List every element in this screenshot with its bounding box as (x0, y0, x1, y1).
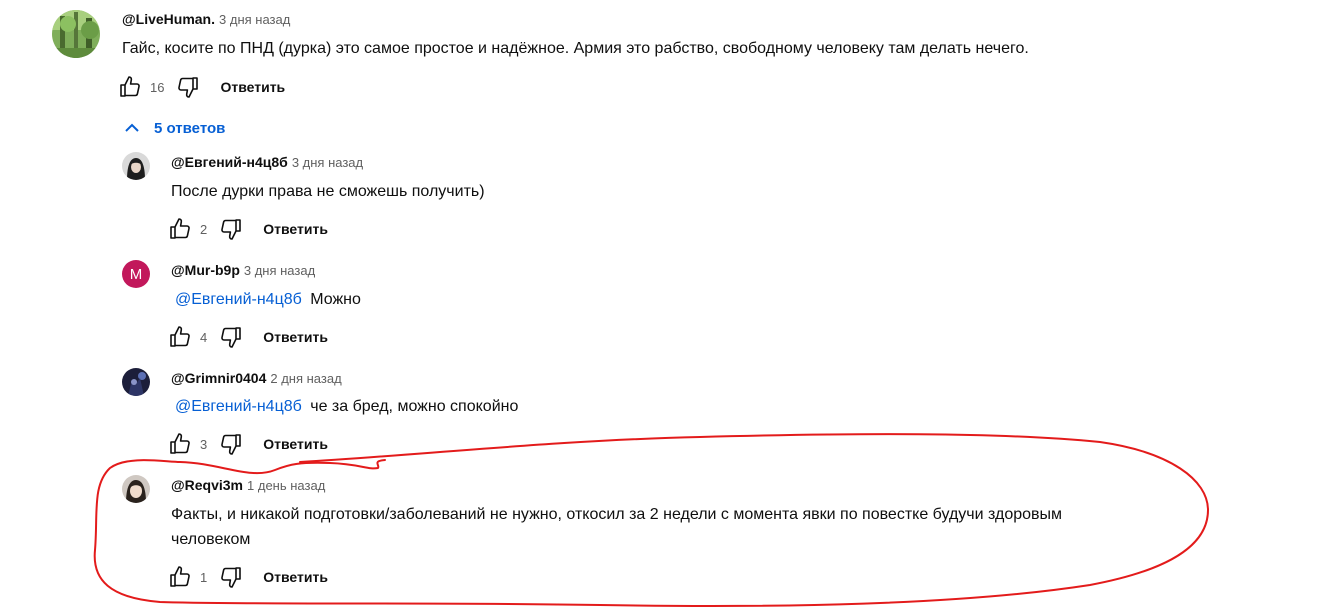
comment-text: После дурки права не сможешь получить) (171, 183, 485, 200)
replies-toggle-button[interactable]: 5 ответов (122, 118, 225, 138)
like-icon[interactable] (168, 565, 192, 589)
comment-author[interactable]: @Grimnir0404 (171, 370, 266, 386)
comment-text-continuation: человеком (171, 531, 251, 548)
reply-button[interactable]: Ответить (263, 436, 328, 452)
comment-author[interactable]: @Reqvi3m (171, 477, 243, 493)
comment-text-line: @Евгений-н4ц8б че за бред, можно спокойн… (175, 395, 518, 419)
like-count: 4 (200, 329, 208, 345)
avatar-evgeniy[interactable] (122, 152, 150, 180)
comment-actions: 4 Ответить (168, 325, 328, 349)
dislike-icon[interactable] (219, 565, 243, 589)
replies-count-label: 5 ответов (154, 119, 226, 137)
comment-text: Гайс, косите по ПНД (дурка) это самое пр… (122, 40, 1029, 57)
like-count: 3 (200, 436, 208, 452)
comment-text-line: @Евгений-н4ц8б Можно (175, 288, 361, 312)
mention-link[interactable]: @Евгений-н4ц8б (175, 398, 302, 415)
like-count: 1 (200, 569, 208, 585)
reply-button[interactable]: Ответить (263, 221, 328, 237)
dislike-icon[interactable] (176, 75, 200, 99)
comment-text: че за бред, можно спокойно (310, 398, 519, 415)
dislike-icon[interactable] (219, 325, 243, 349)
reply-button[interactable]: Ответить (263, 329, 328, 345)
comment-author[interactable]: @Mur-b9p (171, 262, 240, 278)
comment-text: Можно (310, 291, 361, 308)
avatar-reqvi3m[interactable] (122, 475, 150, 503)
reply-button[interactable]: Ответить (263, 569, 328, 585)
avatar-mur[interactable]: M (122, 260, 150, 288)
avatar-livehuman[interactable] (52, 10, 100, 58)
mention-link[interactable]: @Евгений-н4ц8б (175, 291, 302, 308)
chevron-up-icon (122, 118, 154, 138)
comment-time[interactable]: 3 дня назад (292, 155, 363, 170)
comment-time[interactable]: 3 дня назад (244, 263, 315, 278)
comment-actions: 2 Ответить (168, 217, 328, 241)
reply-button[interactable]: Ответить (220, 79, 285, 95)
comment-time[interactable]: 3 дня назад (219, 12, 290, 27)
dislike-icon[interactable] (219, 432, 243, 456)
comment-actions: 3 Ответить (168, 432, 328, 456)
like-icon[interactable] (118, 75, 142, 99)
comment-time[interactable]: 2 дня назад (270, 371, 341, 386)
like-count: 2 (200, 221, 208, 237)
like-icon[interactable] (168, 325, 192, 349)
like-icon[interactable] (168, 432, 192, 456)
comment-actions: 1 Ответить (168, 565, 328, 589)
avatar-grimnir[interactable] (122, 368, 150, 396)
comment-time[interactable]: 1 день назад (247, 478, 325, 493)
dislike-icon[interactable] (219, 217, 243, 241)
comment-actions: 16 Ответить (118, 75, 285, 99)
like-count: 16 (150, 79, 165, 95)
avatar-letter: M (129, 265, 143, 283)
comment-text: Факты, и никакой подготовки/заболеваний … (171, 506, 1063, 523)
comment-author[interactable]: @Евгений-н4ц8б (171, 154, 288, 170)
like-icon[interactable] (168, 217, 192, 241)
comment-author[interactable]: @LiveHuman. (122, 11, 215, 27)
